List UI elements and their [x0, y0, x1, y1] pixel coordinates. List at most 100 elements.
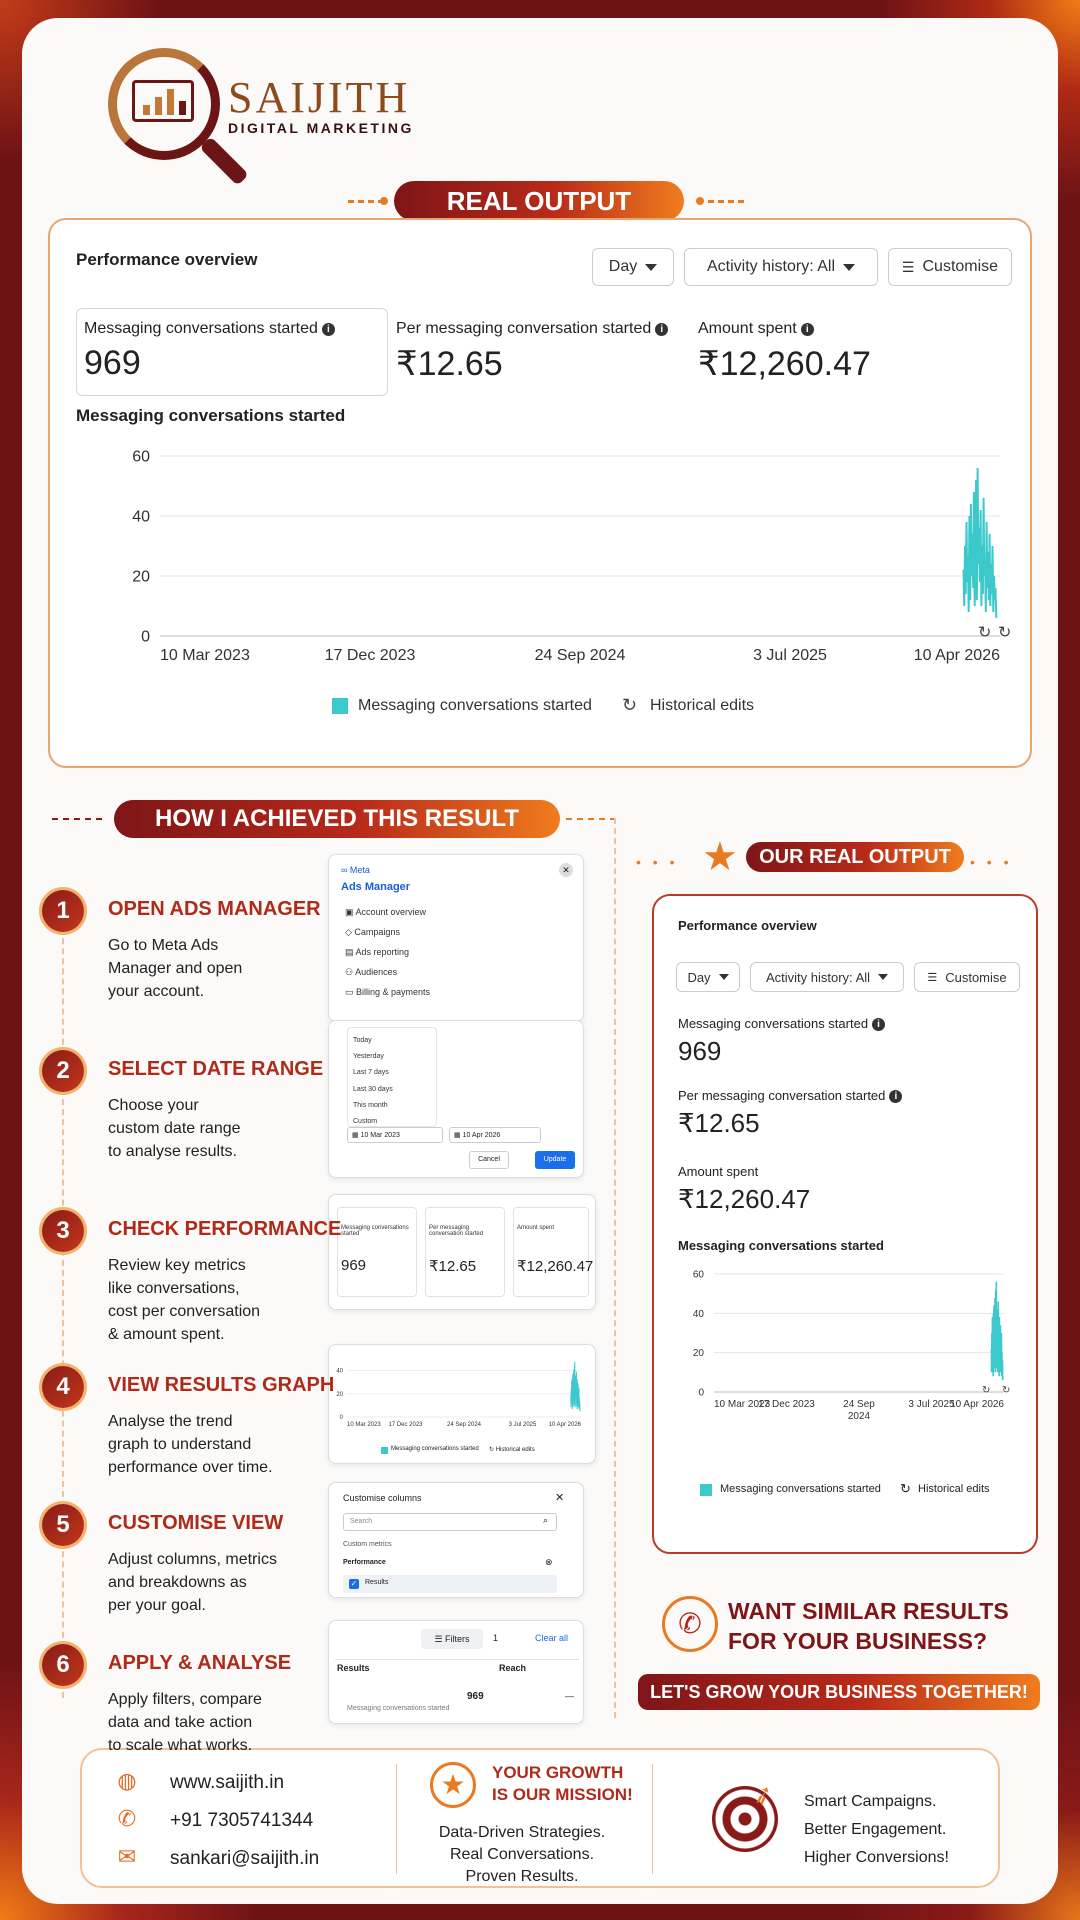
side-metric-value: ₹12.65	[678, 1108, 760, 1138]
step-number: 3	[42, 1210, 84, 1252]
custom-metrics-label: Custom metrics	[343, 1541, 392, 1548]
activity-dropdown[interactable]: Activity history: All	[684, 248, 878, 286]
close-icon[interactable]: ✕	[559, 863, 573, 877]
collapse-icon[interactable]: ⊗	[545, 1557, 553, 1568]
tagline-text: Smart Campaigns. Better Engagement. Higher…	[804, 1793, 949, 1866]
metric-value-conversations: 969	[84, 344, 141, 382]
results-value: 969	[467, 1691, 484, 1702]
preset-options[interactable]: Today Yesterday Last 7 days Last 30 days Thi…	[353, 1033, 393, 1130]
results-graph-panel: 40 20 0 10 Mar 2023 17 Dec 2023 24 Sep 2024 3 …	[328, 1344, 596, 1464]
card-title: Performance overview	[76, 250, 258, 269]
cta-button[interactable]: LET'S GROW YOUR BUSINESS TOGETHER!	[638, 1674, 1040, 1710]
step-number: 5	[42, 1504, 84, 1546]
email-icon: ✉	[117, 1844, 137, 1869]
divider	[708, 200, 744, 203]
clear-all-link[interactable]: Clear all	[535, 1633, 568, 1643]
y-tick-label: 40	[693, 1309, 705, 1320]
menu-billing[interactable]: ▭ Billing & payments	[345, 987, 430, 998]
side-card-title: Performance overview	[678, 918, 817, 933]
side-chart-title: Messaging conversations started	[678, 1238, 884, 1253]
chart-title: Messaging conversations started	[76, 406, 346, 425]
globe-icon: ◍	[117, 1768, 137, 1793]
menu-campaigns[interactable]: ◇ Campaigns	[345, 927, 400, 938]
results-label: Results	[365, 1579, 389, 1586]
menu-ads-reporting[interactable]: ▤ Ads reporting	[345, 947, 409, 958]
mini-metric-label: Per messaging conversation started	[429, 1225, 484, 1237]
y-tick-label: 40	[132, 509, 150, 526]
conversations-chart: 0 20 40 60 10 Mar 2023 17 Dec 2023 24 Sep 2024…	[132, 449, 1011, 664]
side-metric-value: 969	[678, 1036, 722, 1066]
x-tick-label: 24 Sep 2024	[535, 647, 626, 664]
divider-dot	[380, 197, 388, 205]
x-tick-label: 10 Apr 2026	[549, 1422, 582, 1428]
step-description: Choose your custom date range to analyse r…	[108, 1097, 241, 1160]
update-button[interactable]: Update	[535, 1151, 575, 1169]
side-customise-button[interactable]: ☰ Customise	[914, 962, 1020, 992]
historical-edit-marker: ↻	[998, 625, 1011, 642]
step-number: 4	[42, 1366, 84, 1408]
menu-account-overview[interactable]: ▣ Account overview	[345, 907, 426, 918]
email-link[interactable]: sankari@saijith.in	[170, 1848, 319, 1870]
y-tick-label: 20	[693, 1348, 705, 1359]
search-input[interactable]: Search	[343, 1513, 557, 1531]
mini-metric-label: Messaging conversations started	[341, 1225, 409, 1237]
chevron-down-icon	[843, 263, 856, 271]
mini-metric-box	[425, 1207, 505, 1297]
phone-icon: ✆	[662, 1596, 718, 1652]
legend-series: Messaging conversations started	[358, 697, 592, 714]
divider	[335, 1659, 579, 1660]
info-icon: i	[800, 323, 814, 336]
website-link[interactable]: www.saijith.in	[170, 1772, 284, 1794]
divider	[52, 818, 102, 820]
divider-dot	[696, 197, 704, 205]
historical-edit-marker: ↻	[978, 625, 991, 642]
logo-handle	[199, 136, 249, 186]
menu-audiences[interactable]: ⚇ Audiences	[345, 967, 397, 978]
side-metric-label: Per messaging conversation started i	[678, 1088, 903, 1103]
customise-label: Customise	[922, 258, 999, 275]
series-line	[570, 1361, 581, 1412]
day-dropdown[interactable]: Day	[592, 248, 674, 286]
step-title: OPEN ADS MANAGER	[108, 898, 321, 920]
end-date-field[interactable]: ▦ 10 Apr 2026	[449, 1127, 541, 1143]
divider	[652, 1764, 653, 1874]
metric-label-cost: Per messaging conversation started i	[396, 320, 669, 338]
legend-edits: Historical edits	[650, 697, 755, 714]
start-date-field[interactable]: ▦ 10 Mar 2023	[347, 1127, 443, 1143]
divider	[348, 200, 384, 203]
mission-text: Data-Driven Strategies. Real Conversation…	[438, 1824, 606, 1885]
customise-button[interactable]: ☰ Customise	[888, 248, 1012, 286]
y-tick-label: 0	[141, 629, 150, 646]
step-description: Apply filters, compare data and take acti…	[108, 1691, 262, 1754]
logo-chart-icon	[132, 80, 194, 122]
phone-number[interactable]: +91 7305741344	[170, 1810, 313, 1832]
x-tick-label: 24 Sep 2024	[447, 1422, 482, 1428]
y-tick-label: 40	[336, 1369, 343, 1375]
close-icon[interactable]: ✕	[555, 1491, 564, 1504]
side-day-dropdown[interactable]: Day	[676, 962, 740, 992]
metric-value-spent: ₹12,260.47	[698, 345, 871, 383]
step-description: Analyse the trend graph to understand perf…	[108, 1413, 273, 1476]
historical-edit-marker: ↻	[1002, 1385, 1010, 1396]
x-tick-label: 3 Jul 2025	[908, 1399, 955, 1410]
customise-columns-panel: Customise columns ✕ Search ⌕ Custom metr…	[328, 1482, 584, 1598]
brand-name: SAIJITH	[228, 73, 411, 122]
performance-label: Performance	[343, 1559, 386, 1566]
date-range-panel: Today Yesterday Last 7 days Last 30 days Thi…	[328, 1020, 584, 1178]
cancel-button[interactable]: Cancel	[469, 1151, 509, 1169]
checkbox-checked-icon[interactable]: ✓	[349, 1579, 359, 1589]
mini-metric-box	[513, 1207, 589, 1297]
filter-count: 1	[493, 1633, 499, 1643]
x-tick-label: 10 Apr 2026	[914, 647, 1000, 664]
filters-button[interactable]: ☰ Filters	[421, 1629, 483, 1649]
step-description: Review key metrics like conversations, cos…	[108, 1257, 261, 1343]
results-sublabel: Messaging conversations started	[347, 1705, 450, 1712]
step-description: Go to Meta Ads Manager and open your accou…	[108, 937, 243, 1000]
side-activity-dropdown[interactable]: Activity history: All	[750, 962, 904, 992]
chevron-down-icon	[645, 263, 658, 271]
side-metric-label: Messaging conversations started i	[678, 1016, 886, 1031]
historical-edits-icon: ↻	[900, 1481, 911, 1496]
metrics-panel: Messaging conversations started Per mess…	[328, 1194, 596, 1310]
step-number: 1	[42, 890, 84, 932]
x-tick-label: 2024	[848, 1411, 871, 1422]
